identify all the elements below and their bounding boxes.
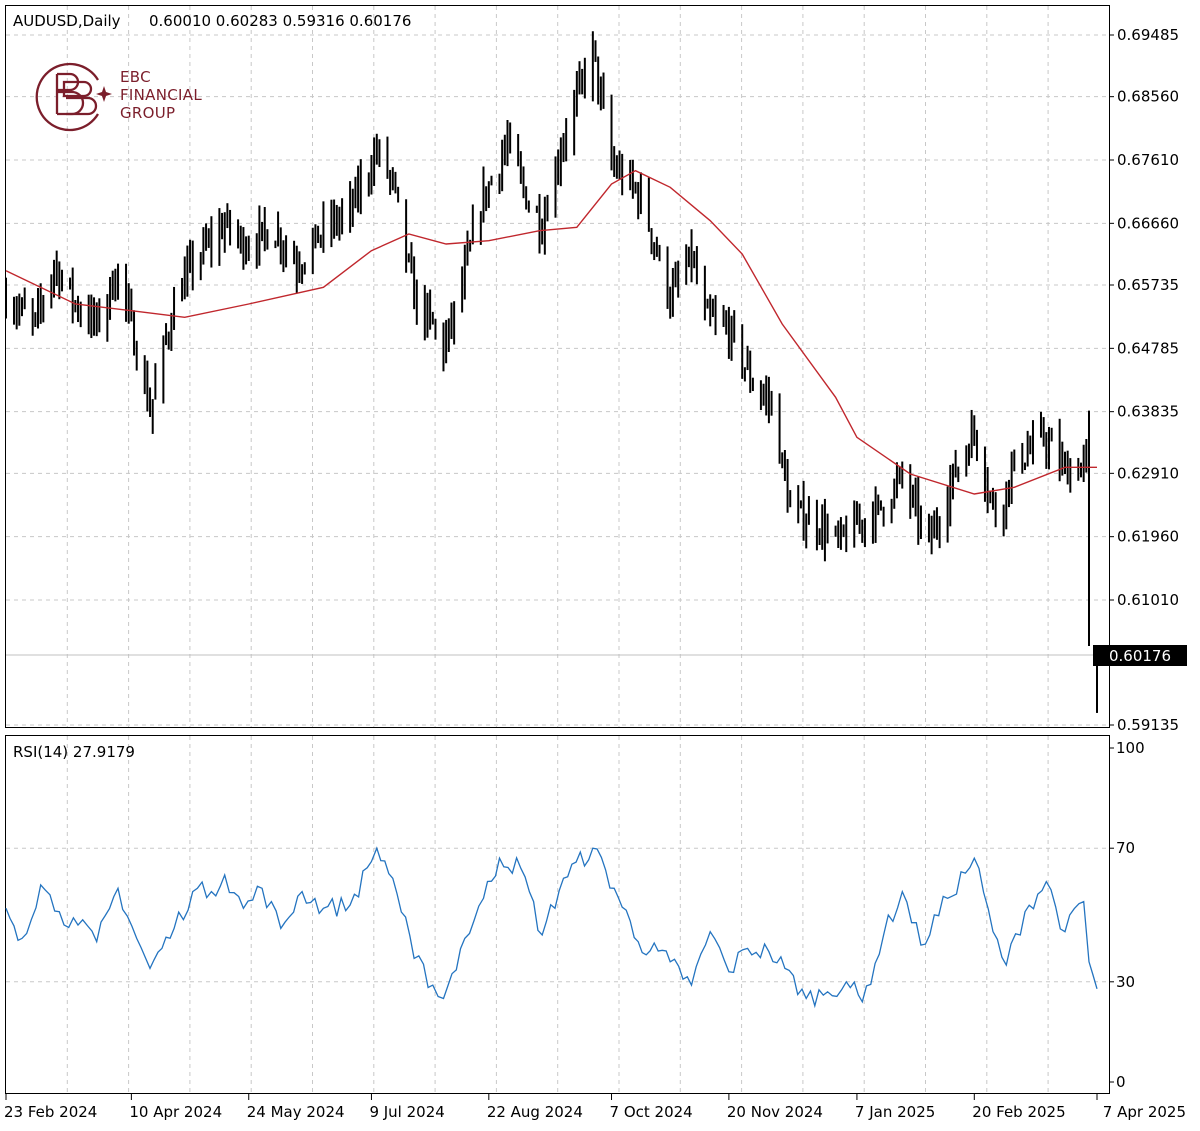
logo-line-2: FINANCIAL: [120, 86, 202, 104]
price-tick-label: 0.59135: [1117, 716, 1179, 734]
date-tick-label: 10 Apr 2024: [129, 1103, 222, 1121]
price-tick-label: 0.65735: [1117, 276, 1179, 294]
rsi-tick-label: 70: [1116, 839, 1135, 857]
logo-line-3: GROUP: [120, 104, 175, 122]
price-tick-label: 0.61010: [1117, 591, 1179, 609]
date-tick-label: 7 Jan 2025: [855, 1103, 935, 1121]
date-tick-label: 20 Feb 2025: [972, 1103, 1065, 1121]
price-tick-label: 0.61960: [1117, 528, 1179, 546]
rsi-label: RSI(14) 27.9179: [13, 743, 135, 761]
rsi-tick-label: 100: [1116, 739, 1145, 757]
price-tick-label: 0.66660: [1117, 214, 1179, 232]
date-tick-label: 7 Apr 2025: [1103, 1103, 1186, 1121]
price-tick-label: 0.64785: [1117, 339, 1179, 357]
date-tick-label: 9 Jul 2024: [369, 1103, 444, 1121]
ohlc-values: 0.60010 0.60283 0.59316 0.60176: [149, 12, 411, 30]
rsi-tick-label: 30: [1116, 973, 1135, 991]
date-tick-label: 24 May 2024: [247, 1103, 345, 1121]
price-tick-label: 0.67610: [1117, 151, 1179, 169]
date-tick-label: 23 Feb 2024: [4, 1103, 97, 1121]
symbol-title: AUDUSD,Daily: [13, 12, 121, 30]
current-price-tag: 0.60176: [1109, 647, 1171, 665]
date-tick-label: 7 Oct 2024: [610, 1103, 693, 1121]
chart-root: 0.69485 0.68560 0.67610 0.66660 0.65735 0.647…: [0, 0, 1200, 1131]
rsi-tick-label: 0: [1116, 1073, 1126, 1091]
logo-line-1: EBC: [120, 68, 151, 86]
date-tick-label: 22 Aug 2024: [487, 1103, 583, 1121]
price-tick-label: 0.63835: [1117, 403, 1179, 421]
price-tick-label: 0.69485: [1117, 26, 1179, 44]
price-tick-label: 0.62910: [1117, 464, 1179, 482]
date-tick-label: 20 Nov 2024: [727, 1103, 823, 1121]
price-tick-label: 0.68560: [1117, 88, 1179, 106]
